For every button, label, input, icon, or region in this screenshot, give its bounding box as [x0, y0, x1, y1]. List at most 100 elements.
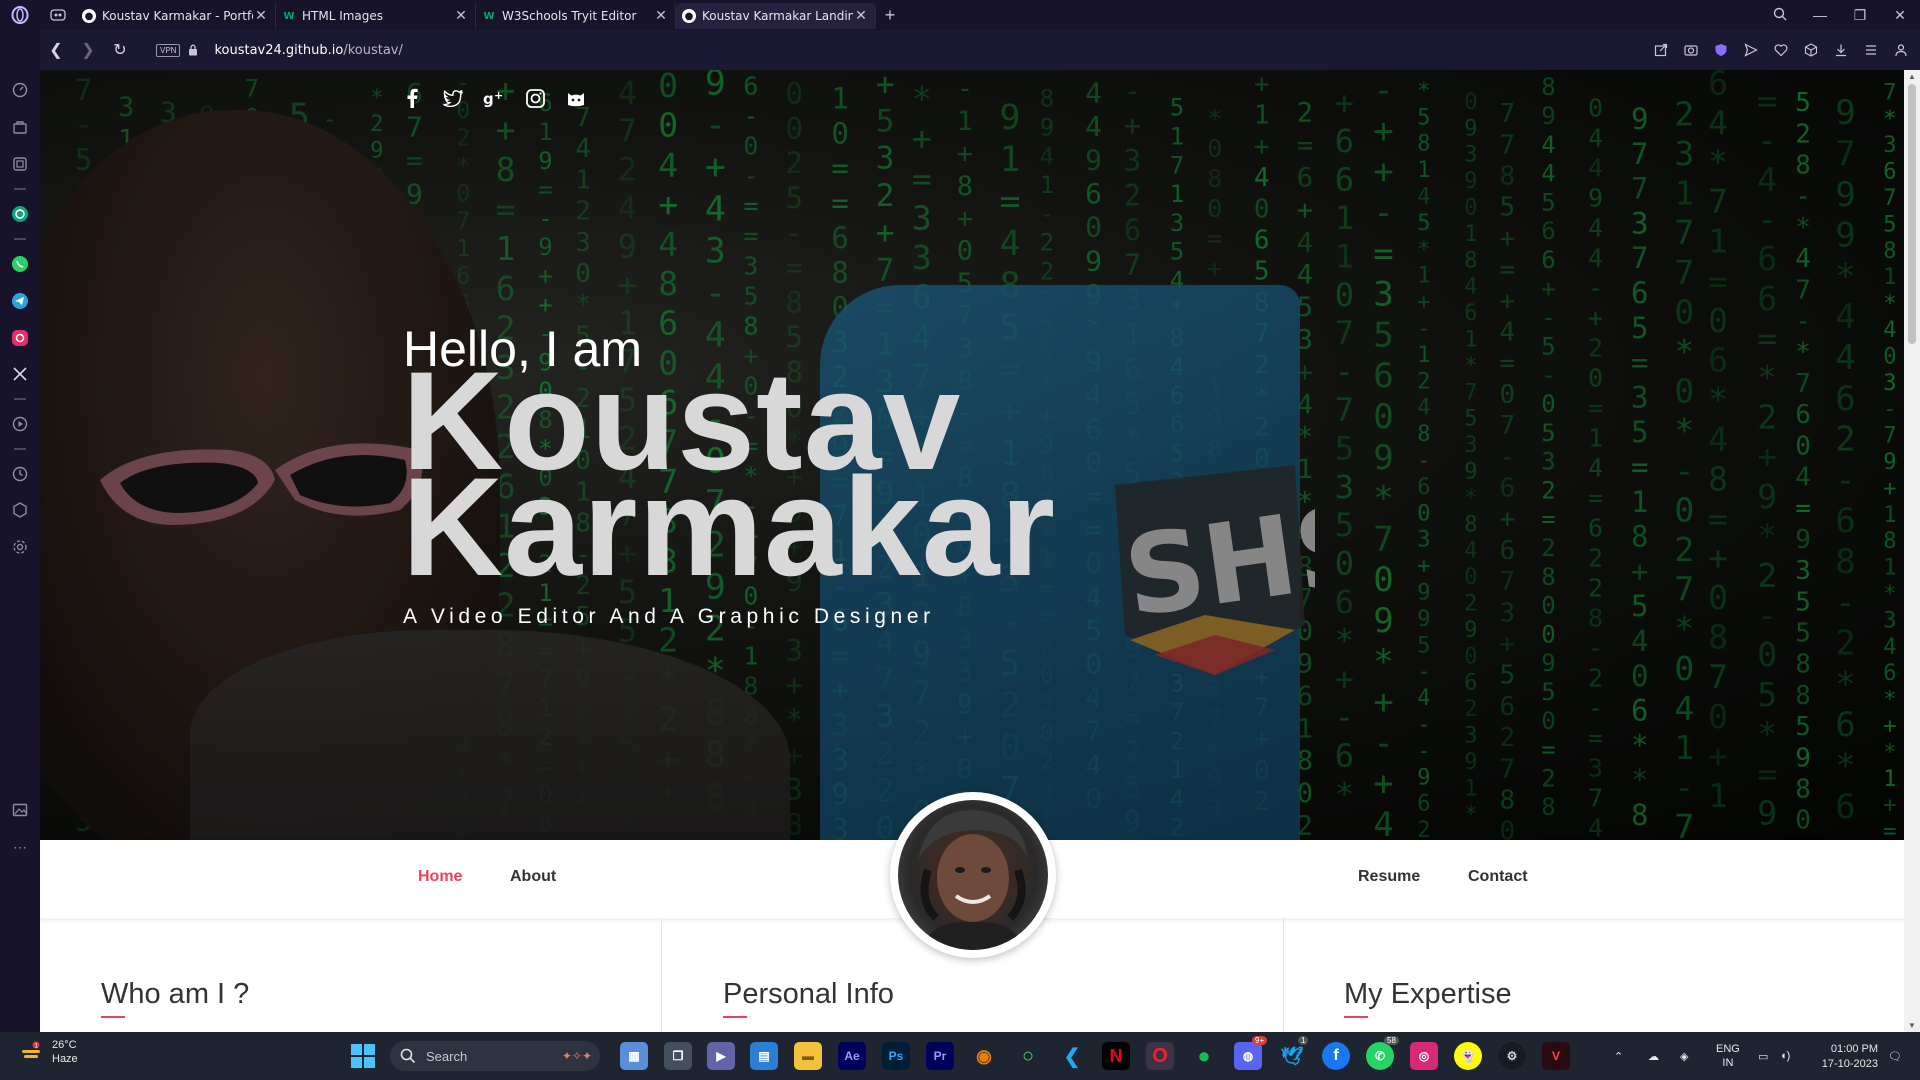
facebook-app-icon[interactable]: f: [1322, 1042, 1350, 1070]
tab-manager-icon[interactable]: [8, 152, 32, 176]
chatgpt-icon[interactable]: [8, 202, 32, 226]
search-icon: [400, 1048, 416, 1064]
download-icon[interactable]: [1828, 40, 1854, 60]
scroll-up-icon[interactable]: ▲: [1904, 72, 1920, 81]
security-icon[interactable]: ◈: [1680, 1032, 1688, 1080]
notification-icon[interactable]: 🗨: [1888, 1032, 1902, 1080]
heart-icon[interactable]: [1768, 40, 1794, 60]
tab-landing[interactable]: ● Koustav Karmakar Landing ✕: [676, 3, 876, 29]
tab-portfolio[interactable]: ● Koustav Karmakar - Portfoli ✕: [76, 3, 276, 29]
close-icon[interactable]: ✕: [653, 8, 669, 24]
nav-home[interactable]: Home: [418, 868, 462, 886]
scroll-thumb[interactable]: [1908, 84, 1916, 344]
url-field[interactable]: koustav24.github.io/koustav/: [214, 43, 402, 58]
w3schools-icon: W: [483, 10, 495, 22]
search-doodle-icon: ✦✧✦: [561, 1049, 592, 1063]
tab-html-images[interactable]: W HTML Images ✕: [276, 3, 476, 29]
scroll-down-icon[interactable]: ▼: [1904, 1021, 1920, 1030]
hero-tagline: A Video Editor And A Graphic Designer: [403, 605, 935, 628]
profile-icon[interactable]: [1888, 40, 1914, 60]
app-icon[interactable]: V: [1542, 1042, 1570, 1070]
vpn-badge[interactable]: VPN: [156, 43, 181, 57]
taskbar-search[interactable]: Search ✦✧✦: [390, 1041, 600, 1071]
shopping-icon[interactable]: [8, 115, 32, 139]
send-icon[interactable]: [1738, 40, 1764, 60]
opera-icon[interactable]: O: [1146, 1042, 1174, 1070]
onedrive-icon[interactable]: ☁: [1648, 1032, 1659, 1080]
reload-button[interactable]: ↻: [104, 40, 136, 60]
blender-icon[interactable]: ◉: [970, 1042, 998, 1070]
extensions-icon[interactable]: [8, 498, 32, 522]
twitter-badge: 1: [1298, 1036, 1309, 1045]
close-icon[interactable]: ✕: [253, 8, 269, 24]
system-clock[interactable]: 01:00 PM 17-10-2023: [1810, 1042, 1878, 1072]
nav-contact[interactable]: Contact: [1468, 868, 1528, 886]
snapchat-icon[interactable]: 👻: [1454, 1042, 1482, 1070]
instagram-icon[interactable]: [523, 86, 547, 110]
task-view-icon[interactable]: ❐: [664, 1042, 692, 1070]
url-path: /koustav/: [343, 42, 403, 58]
github-icon[interactable]: [564, 86, 588, 110]
search-tabs-icon[interactable]: [1760, 7, 1800, 24]
photoshop-icon[interactable]: Ps: [882, 1042, 910, 1070]
extensions-cube-icon[interactable]: [1798, 40, 1824, 60]
minimize-icon[interactable]: —: [1800, 7, 1840, 23]
widgets-icon[interactable]: ▦: [620, 1042, 648, 1070]
weather-widget[interactable]: 1 26°C Haze: [20, 1038, 78, 1066]
whatsapp-app-icon[interactable]: ✆: [1366, 1042, 1394, 1070]
nav-resume[interactable]: Resume: [1358, 868, 1420, 886]
google-plus-icon[interactable]: g +: [482, 86, 506, 110]
nav-about[interactable]: About: [510, 868, 556, 886]
premiere-pro-icon[interactable]: Pr: [926, 1042, 954, 1070]
settings-gear-icon[interactable]: [8, 535, 32, 559]
player-icon[interactable]: [8, 412, 32, 436]
forward-button[interactable]: ❯: [72, 40, 104, 60]
netflix-icon[interactable]: N: [1102, 1042, 1130, 1070]
section-title-my-expertise: My Expertise: [1344, 978, 1512, 1010]
close-icon[interactable]: ✕: [453, 8, 469, 24]
more-options-icon[interactable]: ⋯: [8, 835, 32, 859]
file-explorer-icon[interactable]: ▬: [794, 1042, 822, 1070]
opera-menu-icon[interactable]: [0, 0, 40, 30]
image-icon[interactable]: [8, 798, 32, 822]
volume-icon[interactable]: ◖): [1780, 1032, 1790, 1080]
network-icon[interactable]: ▭: [1758, 1032, 1768, 1080]
opera-gx-icon[interactable]: ○: [1014, 1042, 1042, 1070]
language-indicator[interactable]: ENG IN: [1716, 1032, 1740, 1080]
clock-date: 17-10-2023: [1821, 1058, 1878, 1070]
discord-icon[interactable]: ◍: [1234, 1042, 1262, 1070]
speed-dial-icon[interactable]: [8, 78, 32, 102]
restore-icon[interactable]: ❐: [1840, 7, 1880, 24]
telegram-icon[interactable]: [8, 289, 32, 313]
vscode-icon[interactable]: ❮: [1058, 1042, 1086, 1070]
weather-badge: 1: [34, 1043, 38, 1050]
start-button[interactable]: [350, 1043, 376, 1069]
steam-icon[interactable]: ⚙: [1498, 1042, 1526, 1070]
instagram-icon[interactable]: [8, 326, 32, 350]
tab-islands-icon[interactable]: [40, 0, 76, 30]
facebook-icon[interactable]: [400, 86, 424, 110]
snapshot-icon[interactable]: [1678, 40, 1704, 60]
back-button[interactable]: ❮: [40, 40, 72, 60]
close-icon[interactable]: ✕: [853, 8, 869, 24]
after-effects-icon[interactable]: Ae: [838, 1042, 866, 1070]
w3schools-icon: W: [283, 10, 295, 22]
x-twitter-icon[interactable]: [8, 362, 32, 386]
easy-setup-icon[interactable]: [1858, 40, 1884, 60]
lock-icon[interactable]: [188, 43, 200, 57]
shield-icon[interactable]: [1708, 40, 1734, 60]
tab-tryit-editor[interactable]: W W3Schools Tryit Editor ✕: [476, 3, 676, 29]
store-icon[interactable]: ▤: [750, 1042, 778, 1070]
whatsapp-icon[interactable]: [8, 252, 32, 276]
spotify-icon[interactable]: ●: [1190, 1042, 1218, 1070]
instagram-app-icon[interactable]: ◎: [1410, 1042, 1438, 1070]
twitter-icon[interactable]: [441, 86, 465, 110]
history-icon[interactable]: [8, 462, 32, 486]
twitter-app-icon[interactable]: 🕊: [1278, 1042, 1306, 1070]
new-tab-button[interactable]: +: [876, 5, 904, 26]
share-icon[interactable]: [1648, 40, 1674, 60]
close-window-icon[interactable]: ✕: [1880, 7, 1920, 24]
tray-overflow-icon[interactable]: ⌃: [1614, 1032, 1623, 1080]
page-scrollbar[interactable]: ▲ ▼: [1904, 70, 1920, 1032]
teams-icon[interactable]: ▶: [707, 1042, 735, 1070]
